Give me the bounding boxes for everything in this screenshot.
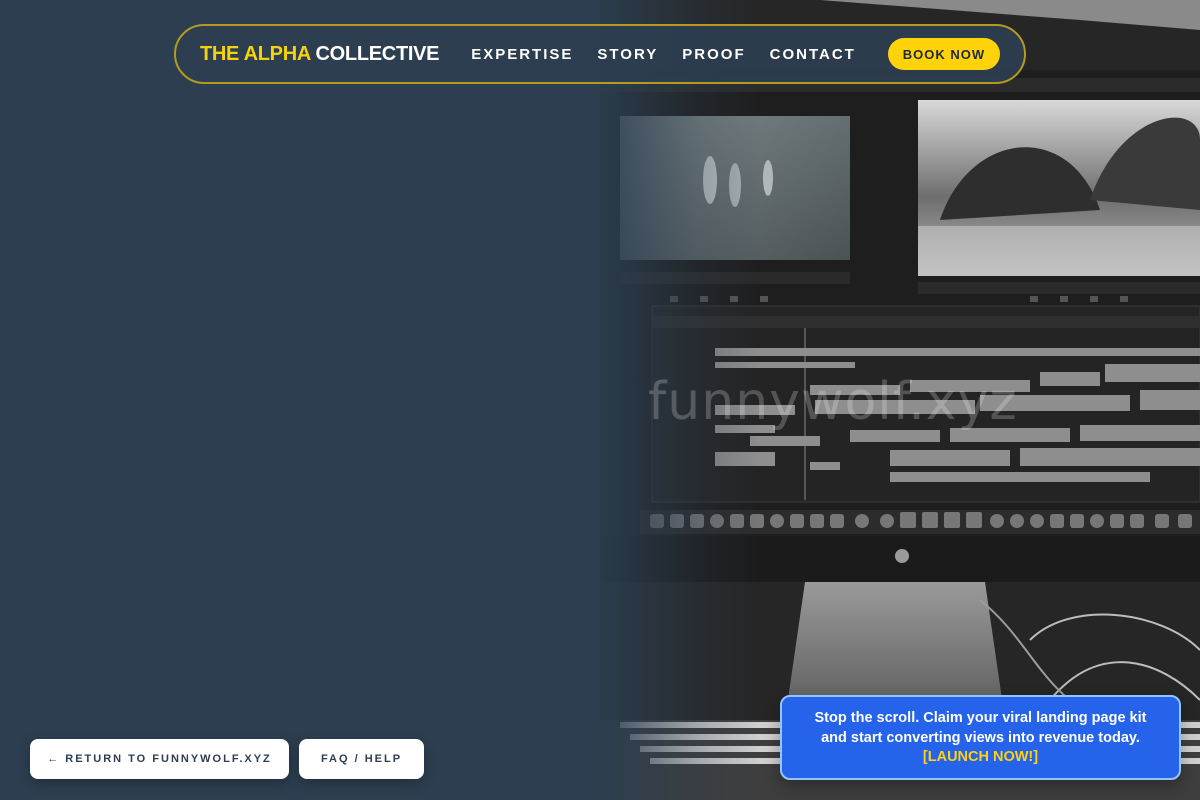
nav-link-expertise[interactable]: EXPERTISE xyxy=(471,46,573,63)
nav-link-story[interactable]: STORY xyxy=(597,46,658,63)
faq-help-button[interactable]: FAQ / HELP xyxy=(299,739,424,779)
brand-rest-text: COLLECTIVE xyxy=(315,42,440,65)
watermark: funnywolf.xyz xyxy=(648,372,1018,432)
brand-logo[interactable]: THE ALPHA COLLECTIVE xyxy=(200,42,440,66)
return-home-button[interactable]: ← RETURN TO FUNNYWOLF.XYZ xyxy=(30,739,289,779)
promo-message: Stop the scroll. Claim your viral landin… xyxy=(814,710,1147,746)
nav-link-contact[interactable]: CONTACT xyxy=(770,46,856,63)
promo-cta-card: Stop the scroll. Claim your viral landin… xyxy=(780,695,1181,780)
nav-links: EXPERTISE STORY PROOF CONTACT xyxy=(471,46,856,63)
nav-link-proof[interactable]: PROOF xyxy=(682,46,745,63)
brand-accent-text: THE ALPHA xyxy=(200,42,311,65)
book-now-button[interactable]: BOOK NOW xyxy=(887,38,1000,70)
top-navigation: THE ALPHA COLLECTIVE EXPERTISE STORY PRO… xyxy=(174,24,1026,84)
launch-now-link[interactable]: [LAUNCH NOW!] xyxy=(806,748,1155,768)
